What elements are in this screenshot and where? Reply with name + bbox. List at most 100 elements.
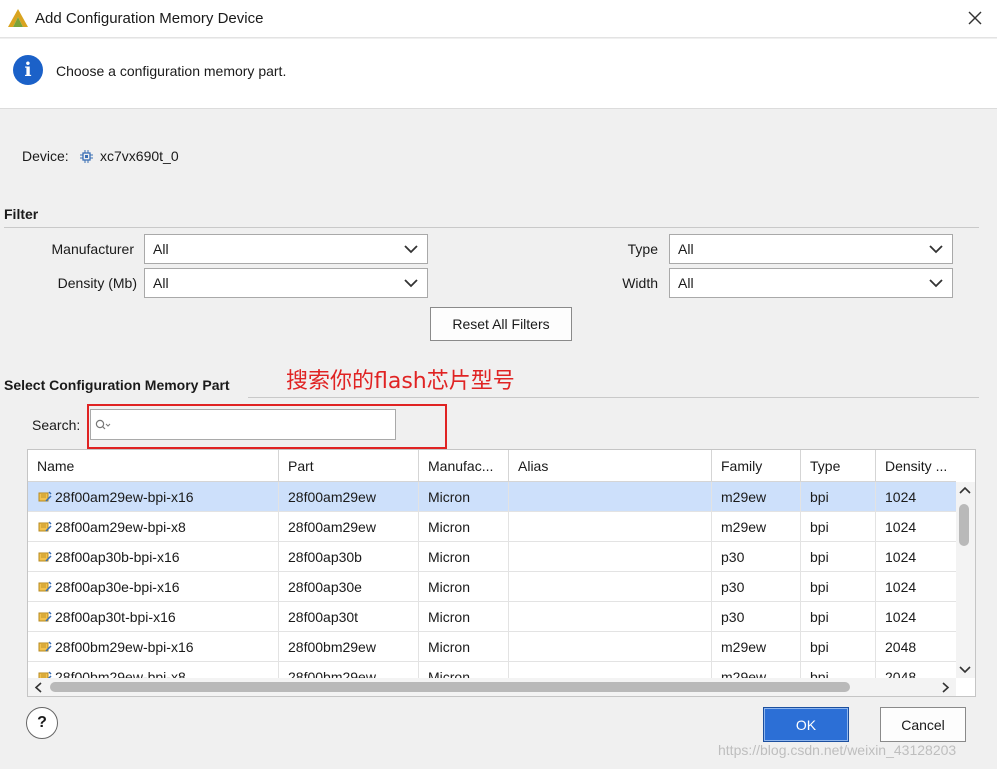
memory-part-icon <box>38 671 52 678</box>
width-select[interactable]: All <box>669 268 953 298</box>
cell-alias <box>509 512 712 542</box>
cell-part: 28f00am29ew <box>279 512 419 542</box>
horizontal-scroll-thumb[interactable] <box>50 682 850 692</box>
cell-type: bpi <box>801 662 876 678</box>
density-select-value: All <box>153 275 169 291</box>
cell-type: bpi <box>801 572 876 602</box>
memory-part-icon <box>38 521 52 532</box>
table-row[interactable]: 28f00ap30t-bpi-x16 28f00ap30t Micron p30 bpi… <box>28 602 956 632</box>
cell-manufacturer: Micron <box>419 572 509 602</box>
density-select[interactable]: All <box>144 268 428 298</box>
filter-section-title: Filter <box>4 206 39 222</box>
cell-family: m29ew <box>712 512 801 542</box>
vertical-scrollbar[interactable] <box>956 482 975 678</box>
cell-type: bpi <box>801 512 876 542</box>
device-value: xc7vx690t_0 <box>100 148 179 164</box>
search-icon <box>95 419 111 430</box>
cell-family: p30 <box>712 542 801 572</box>
dialog-header: i Choose a configuration memory part. <box>0 39 997 109</box>
cell-part: 28f00ap30b <box>279 542 419 572</box>
search-input[interactable] <box>113 413 391 436</box>
cell-name: 28f00ap30t-bpi-x16 <box>28 602 279 632</box>
part-name-text: 28f00ap30t-bpi-x16 <box>55 609 176 625</box>
density-label: Density (Mb) <box>57 275 137 291</box>
cancel-button[interactable]: Cancel <box>880 707 966 742</box>
cell-manufacturer: Micron <box>419 482 509 512</box>
cell-family: m29ew <box>712 632 801 662</box>
memory-part-icon <box>38 491 52 502</box>
type-label: Type <box>627 241 658 257</box>
title-bar: Add Configuration Memory Device <box>0 0 997 38</box>
part-name-text: 28f00bm29ew-bpi-x16 <box>55 639 194 655</box>
cell-name: 28f00ap30e-bpi-x16 <box>28 572 279 602</box>
cell-density: 1024 <box>885 609 917 625</box>
column-header-part[interactable]: Part <box>279 450 419 482</box>
cell-name: 28f00bm29ew-bpi-x16 <box>28 632 279 662</box>
cell-type: bpi <box>801 602 876 632</box>
type-select[interactable]: All <box>669 234 953 264</box>
width-label: Width <box>622 275 658 291</box>
memory-part-icon <box>38 551 52 562</box>
table-row[interactable]: 28f00bm29ew-bpi-x8 28f00bm29ew Micron m29ew… <box>28 662 956 678</box>
chevron-down-icon <box>929 279 943 288</box>
cell-alias <box>509 572 712 602</box>
scroll-left-icon[interactable] <box>34 682 42 693</box>
table-row[interactable]: 28f00bm29ew-bpi-x16 28f00bm29ew Micron m29e… <box>28 632 956 662</box>
cell-name: 28f00bm29ew-bpi-x8 <box>28 662 279 678</box>
cell-type: bpi <box>801 482 876 512</box>
cell-type: bpi <box>801 542 876 572</box>
scroll-up-icon[interactable] <box>959 486 971 494</box>
part-name-text: 28f00am29ew-bpi-x16 <box>55 489 194 505</box>
part-name-text: 28f00bm29ew-bpi-x8 <box>55 669 186 678</box>
cell-density: 1024 <box>885 489 917 505</box>
chevron-down-icon <box>929 245 943 254</box>
select-part-section-title: Select Configuration Memory Part <box>4 377 230 393</box>
close-icon[interactable] <box>964 7 986 29</box>
cell-alias <box>509 482 712 512</box>
cell-density: 2048 <box>885 639 917 655</box>
ok-button[interactable]: OK <box>763 707 849 742</box>
column-header-alias[interactable]: Alias <box>509 450 712 482</box>
table-header: Name Part Manufac... Alias Family Type D… <box>28 450 956 482</box>
cell-part: 28f00am29ew <box>279 482 419 512</box>
cell-name: 28f00am29ew-bpi-x16 <box>28 482 279 512</box>
scroll-right-icon[interactable] <box>942 682 950 693</box>
cell-density: 1024 <box>885 579 917 595</box>
column-header-manufacturer[interactable]: Manufac... <box>419 450 509 482</box>
width-select-value: All <box>678 275 694 291</box>
help-button[interactable]: ? <box>26 707 58 739</box>
vertical-scroll-thumb[interactable] <box>959 504 969 546</box>
cell-alias <box>509 662 712 678</box>
cell-manufacturer: Micron <box>419 542 509 572</box>
table-row[interactable]: 28f00ap30b-bpi-x16 28f00ap30b Micron p30 bpi… <box>28 542 956 572</box>
manufacturer-select[interactable]: All <box>144 234 428 264</box>
memory-part-icon <box>38 611 52 622</box>
header-message: Choose a configuration memory part. <box>56 63 287 79</box>
cell-manufacturer: Micron <box>419 662 509 678</box>
cell-density: 1024 <box>885 519 917 535</box>
search-field[interactable] <box>90 409 396 440</box>
memory-part-icon <box>38 581 52 592</box>
annotation-text: 搜索你的flash芯片型号 <box>286 369 515 394</box>
cell-manufacturer: Micron <box>419 512 509 542</box>
reset-filters-button[interactable]: Reset All Filters <box>430 307 572 341</box>
column-header-name[interactable]: Name <box>28 450 279 482</box>
column-header-type[interactable]: Type <box>801 450 876 482</box>
chevron-down-icon <box>404 279 418 288</box>
table-body: 28f00am29ew-bpi-x16 28f00am29ew Micron m29e… <box>28 482 956 678</box>
cell-name: 28f00am29ew-bpi-x8 <box>28 512 279 542</box>
table-row[interactable]: 28f00ap30e-bpi-x16 28f00ap30e Micron p30 bpi… <box>28 572 956 602</box>
select-part-divider <box>248 397 979 398</box>
part-name-text: 28f00ap30b-bpi-x16 <box>55 549 180 565</box>
chip-icon <box>80 150 93 163</box>
table-row[interactable]: 28f00am29ew-bpi-x16 28f00am29ew Micron m29e… <box>28 482 956 512</box>
column-header-family[interactable]: Family <box>712 450 801 482</box>
scroll-down-icon[interactable] <box>959 666 971 674</box>
table-row[interactable]: 28f00am29ew-bpi-x8 28f00am29ew Micron m29ew… <box>28 512 956 542</box>
column-header-density[interactable]: Density ... <box>876 450 956 482</box>
manufacturer-label: Manufacturer <box>51 241 134 257</box>
info-icon: i <box>13 55 43 85</box>
horizontal-scrollbar[interactable] <box>28 678 956 696</box>
manufacturer-select-value: All <box>153 241 169 257</box>
cell-manufacturer: Micron <box>419 632 509 662</box>
